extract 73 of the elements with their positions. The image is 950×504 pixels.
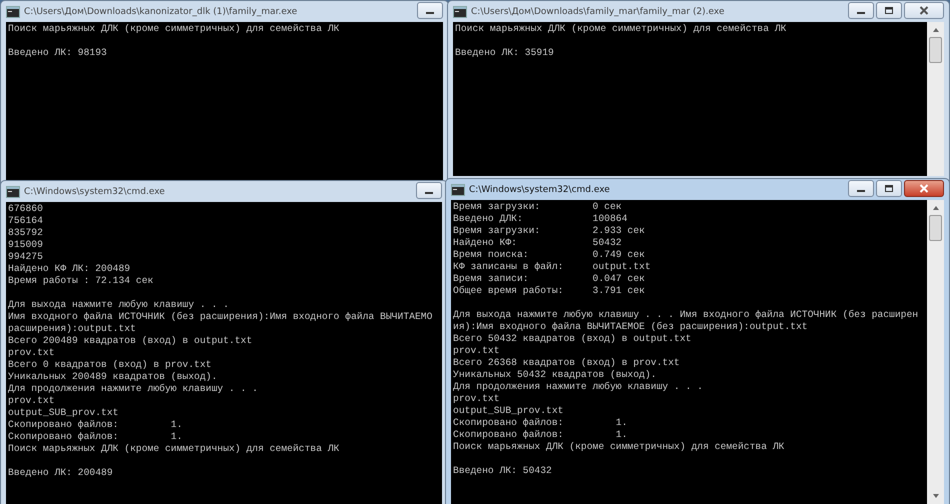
console-line: output_SUB_prov.txt	[453, 405, 564, 416]
scrollbar-thumb[interactable]	[929, 215, 942, 241]
minimize-button[interactable]	[848, 180, 874, 197]
minimize-button[interactable]	[417, 2, 443, 19]
console-line: Время записи: 0.047 сек	[453, 273, 645, 284]
console-line: Поиск марьяжных ДЛК (кроме симметричных) для семейства ЛК	[8, 443, 340, 454]
close-icon	[919, 6, 929, 15]
console-line: Найдено КФ ЛК: 200489	[8, 263, 130, 274]
console-line: Общее время работы: 3.791 сек	[453, 285, 645, 296]
console-line: Уникальных 200489 квадратов (выход).	[8, 371, 218, 382]
window-title: C:\Users\Дом\Downloads\kanonizator_dlk (1)\family_mar.exe	[24, 6, 298, 16]
console-line: prov.txt	[8, 347, 55, 358]
console-line: Время поиска: 0.749 сек	[453, 249, 645, 260]
console-line: Для выхода нажмите любую клавишу . . . Имя входного файла ИСТОЧНИК (без расширен	[453, 309, 918, 320]
console-line: расширения):output.txt	[8, 323, 136, 334]
scrollbar-thumb[interactable]	[929, 37, 942, 63]
console-line: Введено ЛК: 200489	[8, 467, 113, 478]
console-line: Скопировано файлов: 1.	[453, 429, 628, 440]
console-line: Всего 0 квадратов (вход) в prov.txt	[8, 359, 212, 370]
scroll-up-icon[interactable]	[932, 27, 940, 33]
console-line: Скопировано файлов: 1.	[8, 419, 182, 430]
console-line: Для продолжения нажмите любую клавишу . . .	[8, 383, 258, 394]
console-line: Введено ДЛК: 100864	[453, 213, 628, 224]
close-button[interactable]	[904, 180, 944, 197]
window-title: C:\Users\Дом\Downloads\family_mar\family_mar (2).exe	[471, 6, 726, 16]
console-line: prov.txt	[453, 393, 500, 404]
minimize-button[interactable]	[416, 182, 442, 199]
console-line: output_SUB_prov.txt	[8, 407, 118, 418]
console-icon	[453, 6, 467, 18]
scroll-down-icon[interactable]	[932, 493, 940, 499]
maximize-icon	[884, 6, 894, 14]
console-line: 915009	[8, 239, 43, 250]
window-title: C:\Windows\system32\cmd.exe	[469, 184, 611, 194]
console-line: Скопировано файлов: 1.	[8, 431, 182, 442]
console-line: Введено ЛК: 50432	[453, 465, 552, 476]
console-line: Найдено КФ: 50432	[453, 237, 622, 248]
console-line: ия):Имя входного файла ВЫЧИТАЕМОЕ (без расширения):output.txt	[453, 321, 808, 332]
console-line: 676860	[8, 203, 43, 214]
console-line: Поиск марьяжных ДЛК (кроме симметричных) для семейства ЛК	[8, 23, 340, 34]
console-line: Поиск марьяжных ДЛК (кроме симметричных) для семейства ЛК	[453, 441, 784, 452]
console-line: Для выхода нажмите любую клавишу . . .	[8, 299, 229, 310]
console-line: Введено ЛК: 98193	[8, 47, 107, 58]
console-line: Введено ЛК: 35919	[455, 47, 554, 58]
close-icon	[919, 184, 929, 193]
console-line: Время загрузки: 0 сек	[453, 201, 622, 212]
console-line: Имя входного файла ИСТОЧНИК (без расширения):Имя входного файла ВЫЧИТАЕМО	[8, 311, 432, 322]
maximize-icon	[884, 184, 894, 192]
window-title: C:\Windows\system32\cmd.exe	[24, 186, 166, 196]
console-line: Всего 50432 квадратов (вход) в output.txt	[453, 333, 692, 344]
console-line: prov.txt	[453, 345, 500, 356]
console-icon	[6, 6, 20, 18]
console-icon	[6, 186, 20, 198]
scrollbar[interactable]	[927, 22, 944, 176]
console-line: 835792	[8, 227, 43, 238]
minimize-button[interactable]	[848, 2, 874, 19]
scrollbar[interactable]	[927, 200, 944, 504]
maximize-button[interactable]	[876, 2, 902, 19]
maximize-button[interactable]	[876, 180, 902, 197]
console-line: КФ записаны в файл: output.txt	[453, 261, 651, 272]
console-line: Всего 26368 квадратов (вход) в prov.txt	[453, 357, 680, 368]
console-line: Всего 200489 квадратов (вход) в output.txt	[8, 335, 252, 346]
console-line: Время работы : 72.134 сек	[8, 275, 154, 286]
console-line: Поиск марьяжных ДЛК (кроме симметричных) для семейства ЛК	[455, 23, 786, 34]
console-line: Для продолжения нажмите любую клавишу . . .	[453, 381, 703, 392]
console-line: 756164	[8, 215, 43, 226]
console-line: prov.txt	[8, 395, 55, 406]
console-icon	[451, 184, 465, 196]
console-line: 994275	[8, 251, 43, 262]
console-line: Скопировано файлов: 1.	[453, 417, 628, 428]
console-line: Время загрузки: 2.933 сек	[453, 225, 645, 236]
scroll-up-icon[interactable]	[932, 205, 940, 211]
console-line: Уникальных 50432 квадратов (выход).	[453, 369, 656, 380]
close-button[interactable]	[904, 2, 944, 19]
